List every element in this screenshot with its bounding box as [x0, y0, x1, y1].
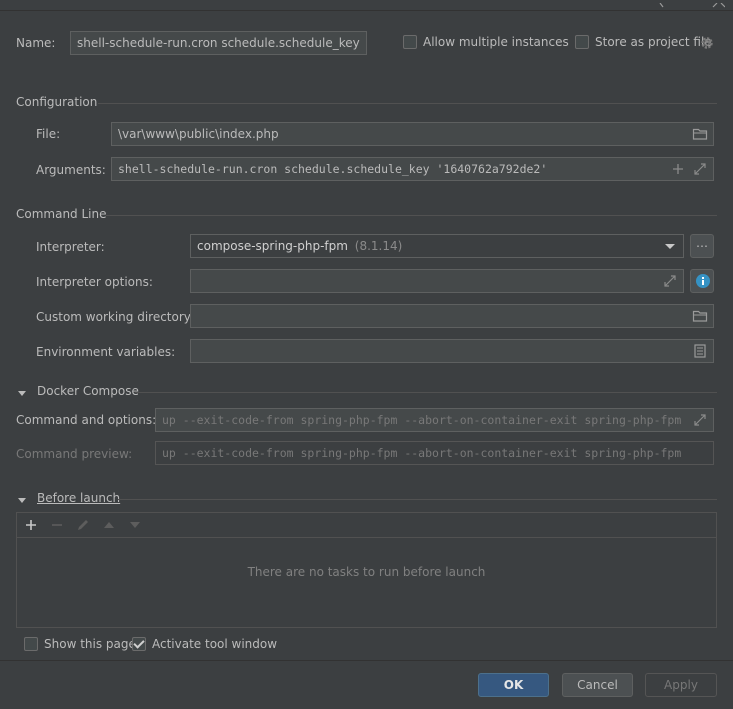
store-as-project-label: Store as project file [595, 35, 712, 49]
interpreter-info-button[interactable] [690, 269, 714, 293]
ok-button[interactable]: OK [478, 673, 549, 697]
before-launch-title[interactable]: Before launch [37, 491, 120, 505]
show-page-label: Show this page [44, 637, 136, 651]
docker-compose-collapse-icon[interactable] [17, 388, 27, 398]
document-icon[interactable] [692, 343, 708, 359]
show-page-checkbox[interactable] [24, 637, 38, 651]
file-value: \var\www\public\index.php [118, 127, 279, 141]
docker-compose-divider [135, 392, 717, 393]
env-vars-field[interactable] [190, 339, 714, 363]
folder-icon[interactable] [692, 126, 708, 142]
move-down-icon[interactable] [127, 517, 143, 533]
interpreter-options-label: Interpreter options: [36, 275, 153, 289]
file-field[interactable]: \var\www\public\index.php [111, 122, 714, 146]
docker-compose-title[interactable]: Docker Compose [37, 384, 139, 398]
working-dir-field[interactable] [190, 304, 714, 328]
interpreter-browse-button[interactable]: … [690, 234, 714, 258]
add-icon[interactable] [23, 517, 39, 533]
before-launch-panel: There are no tasks to run before launch [16, 512, 717, 628]
interpreter-options-field[interactable] [190, 269, 684, 293]
arguments-field[interactable]: shell-schedule-run.cron schedule.schedul… [111, 157, 714, 181]
before-launch-collapse-icon[interactable] [17, 495, 27, 505]
apply-button[interactable]: Apply [645, 673, 717, 697]
store-as-project-checkbox[interactable] [575, 35, 589, 49]
command-options-placeholder: up --exit-code-from spring-php-fpm --abo… [162, 413, 682, 427]
activate-tool-checkbox[interactable] [132, 637, 146, 651]
command-preview-field: up --exit-code-from spring-php-fpm --abo… [155, 441, 714, 465]
plus-icon[interactable] [670, 161, 686, 177]
move-up-icon[interactable] [101, 517, 117, 533]
expand-icon[interactable] [662, 273, 678, 289]
chevron-down-icon[interactable] [662, 238, 678, 254]
name-label: Name: [16, 36, 56, 50]
interpreter-select[interactable]: compose-spring-php-fpm (8.1.14) [190, 234, 684, 258]
activate-tool-label: Activate tool window [152, 637, 278, 651]
expand-icon[interactable] [692, 161, 708, 177]
command-options-field[interactable]: up --exit-code-from spring-php-fpm --abo… [155, 408, 714, 432]
window-controls-icons [659, 2, 726, 8]
folder-icon[interactable] [692, 308, 708, 324]
interpreter-version: (8.1.14) [354, 239, 403, 253]
arguments-value: shell-schedule-run.cron schedule.schedul… [118, 162, 548, 176]
allow-multiple-checkbox[interactable] [403, 35, 417, 49]
command-options-label: Command and options: [16, 413, 157, 427]
remove-icon[interactable] [49, 517, 65, 533]
allow-multiple-label: Allow multiple instances [423, 35, 569, 49]
before-launch-divider [118, 499, 717, 500]
working-dir-label: Custom working directory: [36, 310, 195, 324]
command-line-divider [106, 215, 717, 216]
more-icon: … [696, 236, 708, 250]
configuration-title: Configuration [16, 95, 98, 109]
name-input[interactable]: shell-schedule-run.cron schedule.schedul… [70, 31, 367, 55]
interpreter-label: Interpreter: [36, 240, 105, 254]
expand-icon[interactable] [692, 412, 708, 428]
title-bar-strip [0, 0, 733, 11]
env-vars-label: Environment variables: [36, 345, 176, 359]
window-controls [655, 0, 726, 8]
arguments-label: Arguments: [36, 163, 106, 177]
edit-icon[interactable] [75, 517, 91, 533]
command-line-title: Command Line [16, 207, 107, 221]
file-label: File: [36, 127, 61, 141]
interpreter-value: compose-spring-php-fpm [197, 239, 348, 253]
gear-icon[interactable] [699, 35, 715, 51]
info-icon [695, 273, 711, 289]
before-launch-toolbar [17, 513, 716, 538]
command-preview-label: Command preview: [16, 447, 133, 461]
cancel-button[interactable]: Cancel [562, 673, 633, 697]
configuration-divider [98, 103, 717, 104]
before-launch-empty-text: There are no tasks to run before launch [247, 565, 486, 579]
